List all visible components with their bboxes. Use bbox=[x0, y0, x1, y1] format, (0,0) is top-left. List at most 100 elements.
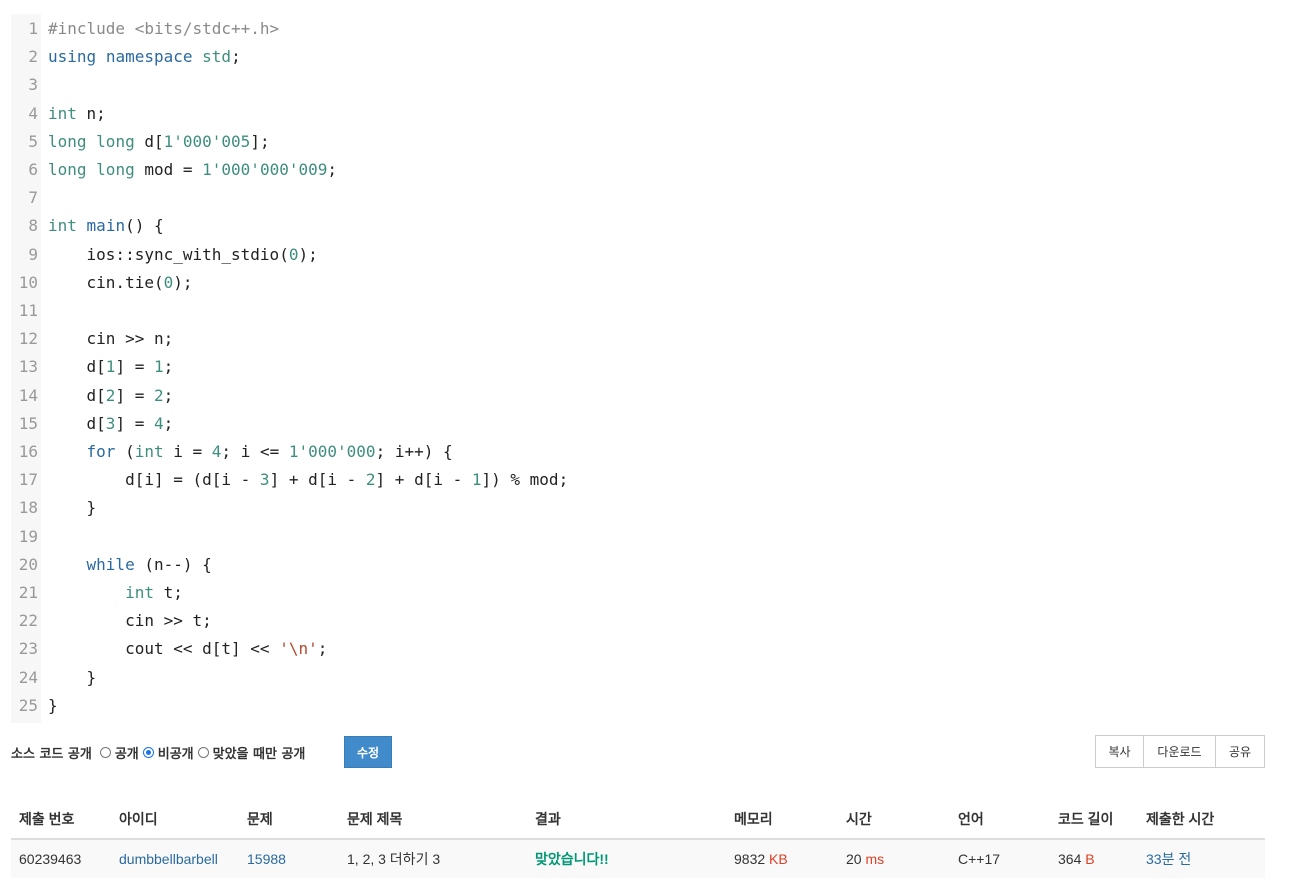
source-code-viewer: 1 #include <bits/stdc++.h> 2 using namespac… bbox=[11, 14, 1265, 723]
col-submitted-time: 제출한 시간 bbox=[1138, 800, 1265, 840]
line-number: 11 bbox=[18, 301, 38, 320]
code-actions: 복사 다운로드 공유 bbox=[1095, 735, 1265, 768]
share-button[interactable]: 공유 bbox=[1215, 735, 1265, 768]
col-result: 결과 bbox=[527, 800, 726, 840]
code-line: 11 bbox=[11, 297, 1265, 325]
code-text: #include <bits/stdc++.h> bbox=[48, 19, 280, 38]
radio-private[interactable] bbox=[142, 746, 154, 758]
code-line: 23 cout << d[t] << '\n'; bbox=[11, 635, 1265, 663]
line-number: 8 bbox=[28, 216, 38, 236]
line-number: 6 bbox=[28, 160, 38, 179]
col-time: 시간 bbox=[838, 800, 950, 840]
code-line: 10 cin.tie(0); bbox=[11, 269, 1265, 297]
col-submission-id: 제출 번호 bbox=[11, 800, 111, 840]
line-number: 2 bbox=[28, 47, 38, 67]
code-text: cin.tie(0); bbox=[48, 272, 193, 292]
time-unit: ms bbox=[865, 851, 885, 867]
download-button[interactable]: 다운로드 bbox=[1143, 735, 1216, 768]
code-line: 7 bbox=[11, 184, 1265, 212]
code-text: while (n--) { bbox=[86, 554, 212, 574]
col-title: 문제 제목 bbox=[339, 800, 527, 840]
line-number: 18 bbox=[18, 498, 38, 518]
code-text: long long d[1'000'005]; bbox=[48, 131, 270, 151]
code-text: d[3] = 4; bbox=[48, 413, 174, 433]
line-number: 24 bbox=[18, 667, 38, 687]
code-line: 20 while (n--) { bbox=[11, 551, 1265, 579]
result-badge: 맞았습니다!! bbox=[535, 851, 609, 867]
code-line: 17 d[i] = (d[i - 3] + d[i - 2] + d[i - 1… bbox=[11, 466, 1265, 494]
code-text: using namespace std; bbox=[48, 47, 241, 67]
copy-button[interactable]: 복사 bbox=[1095, 735, 1144, 768]
line-number: 9 bbox=[28, 244, 38, 264]
line-number: 20 bbox=[18, 554, 38, 574]
code-line: 15 d[3] = 4; bbox=[11, 410, 1265, 438]
code-line: 8 int main() { bbox=[11, 212, 1265, 240]
problem-title: 1, 2, 3 더하기 3 bbox=[339, 839, 527, 878]
code-text: for (int i = 4; i <= 1'000'000; i++) { bbox=[86, 442, 453, 461]
language: C++17 bbox=[950, 839, 1050, 878]
code-line: 5 long long d[1'000'005]; bbox=[11, 128, 1265, 156]
code-line: 12 cin >> n; bbox=[11, 325, 1265, 353]
radio-public-label[interactable]: 공개 bbox=[115, 743, 139, 762]
edit-visibility-button[interactable]: 수정 bbox=[344, 736, 392, 768]
col-code-length: 코드 길이 bbox=[1050, 800, 1138, 840]
code-text: } bbox=[48, 695, 58, 715]
code-line: 18 } bbox=[11, 494, 1265, 522]
line-number: 4 bbox=[28, 103, 38, 123]
time-value: 20 bbox=[846, 851, 862, 867]
memory-unit: KB bbox=[769, 851, 788, 867]
code-text: ios::sync_with_stdio(0); bbox=[48, 244, 318, 264]
code-text: d[1] = 1; bbox=[48, 357, 174, 377]
line-number: 1 bbox=[28, 19, 38, 38]
line-number: 10 bbox=[18, 272, 38, 292]
code-text: long long mod = 1'000'000'009; bbox=[48, 160, 338, 179]
submission-table: 제출 번호 아이디 문제 문제 제목 결과 메모리 시간 언어 코드 길이 제출… bbox=[11, 800, 1265, 878]
col-memory: 메모리 bbox=[726, 800, 838, 840]
code-text: } bbox=[48, 667, 97, 687]
line-number: 14 bbox=[18, 385, 38, 405]
col-user: 아이디 bbox=[111, 800, 239, 840]
line-number: 5 bbox=[28, 131, 38, 151]
line-number: 22 bbox=[18, 611, 38, 631]
line-number: 16 bbox=[18, 442, 38, 461]
memory-value: 9832 bbox=[734, 851, 766, 867]
submission-id: 60239463 bbox=[11, 839, 111, 878]
table-header-row: 제출 번호 아이디 문제 문제 제목 결과 메모리 시간 언어 코드 길이 제출… bbox=[11, 800, 1265, 840]
radio-public[interactable] bbox=[99, 746, 111, 758]
code-line: 6 long long mod = 1'000'000'009; bbox=[11, 156, 1265, 184]
code-line: 22 cin >> t; bbox=[11, 607, 1265, 635]
radio-private-label[interactable]: 비공개 bbox=[158, 743, 194, 762]
line-number: 21 bbox=[18, 583, 38, 602]
user-link[interactable]: dumbbellbarbell bbox=[119, 851, 218, 867]
code-text: d[2] = 2; bbox=[48, 385, 174, 405]
code-text: d[i] = (d[i - 3] + d[i - 2] + d[i - 1]) … bbox=[48, 470, 569, 490]
code-line: 25} bbox=[11, 692, 1265, 720]
code-line: 9 ios::sync_with_stdio(0); bbox=[11, 241, 1265, 269]
code-line: 14 d[2] = 2; bbox=[11, 382, 1265, 410]
code-text: cin >> t; bbox=[48, 611, 212, 631]
code-text: int t; bbox=[125, 583, 183, 602]
code-line: 4 int n; bbox=[11, 100, 1265, 128]
code-line: 19 bbox=[11, 523, 1265, 551]
line-number: 15 bbox=[18, 413, 38, 433]
line-number: 17 bbox=[18, 470, 38, 490]
table-row: 60239463 dumbbellbarbell 15988 1, 2, 3 더… bbox=[11, 839, 1265, 878]
code-line: 13 d[1] = 1; bbox=[11, 353, 1265, 381]
code-text: } bbox=[48, 498, 97, 518]
problem-link[interactable]: 15988 bbox=[247, 851, 286, 867]
code-text: int main() { bbox=[48, 216, 164, 236]
radio-accepted-only[interactable] bbox=[197, 746, 209, 758]
line-number: 12 bbox=[18, 329, 38, 349]
code-line: 16 for (int i = 4; i <= 1'000'000; i++) … bbox=[11, 438, 1265, 466]
col-language: 언어 bbox=[950, 800, 1050, 840]
code-length-unit: B bbox=[1085, 851, 1095, 867]
code-length-value: 364 bbox=[1058, 851, 1082, 867]
code-line: 3 bbox=[11, 71, 1265, 99]
line-number: 13 bbox=[18, 357, 38, 377]
radio-accepted-only-label[interactable]: 맞았을 때만 공개 bbox=[213, 743, 306, 762]
line-number: 7 bbox=[28, 188, 38, 208]
submitted-time-link[interactable]: 33분 전 bbox=[1146, 851, 1191, 867]
code-line: 24 } bbox=[11, 664, 1265, 692]
col-problem: 문제 bbox=[239, 800, 339, 840]
line-number: 23 bbox=[18, 639, 38, 659]
